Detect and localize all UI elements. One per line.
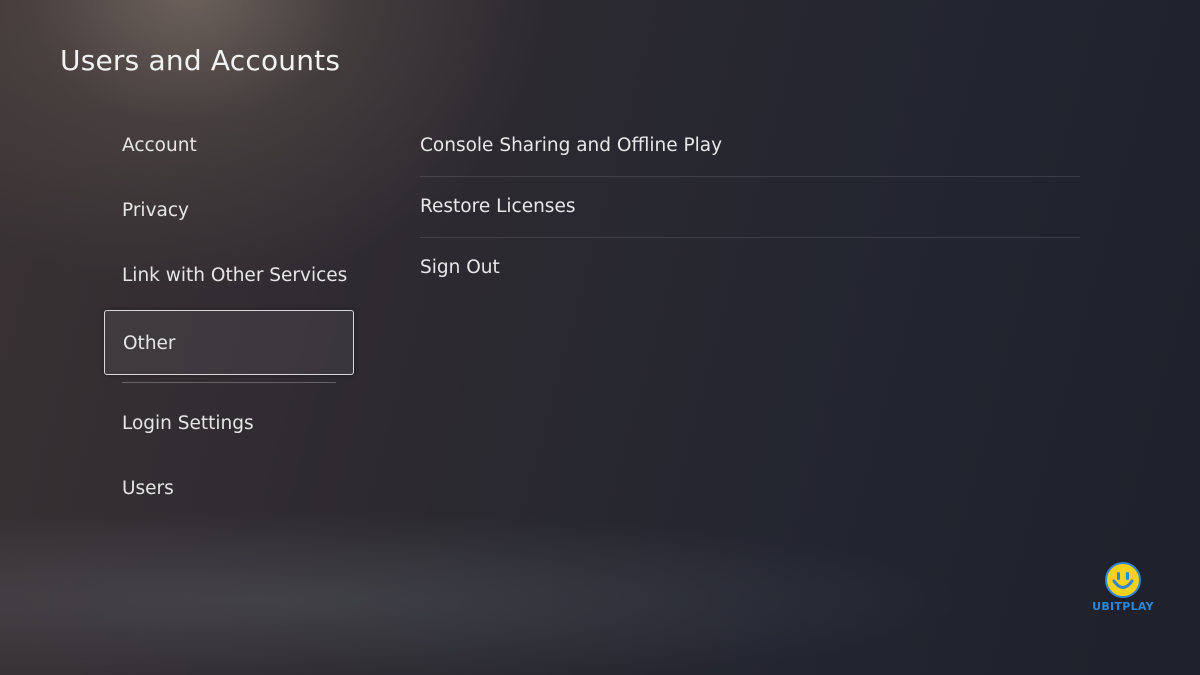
menu-item-link-with-other-services[interactable]: Link with Other Services — [104, 243, 354, 308]
menu-item-label: Other — [123, 333, 176, 354]
category-menu: Account Privacy Link with Other Services… — [104, 113, 354, 521]
page-title: Users and Accounts — [60, 44, 341, 77]
option-restore-licenses[interactable]: Restore Licenses — [420, 177, 1080, 238]
menu-item-users[interactable]: Users — [104, 456, 354, 521]
menu-item-account[interactable]: Account — [104, 113, 354, 178]
option-label: Sign Out — [420, 257, 500, 278]
option-console-sharing-offline-play[interactable]: Console Sharing and Offline Play — [420, 116, 1080, 177]
menu-item-label: Account — [122, 135, 197, 156]
option-label: Console Sharing and Offline Play — [420, 135, 723, 156]
menu-divider — [122, 382, 336, 383]
option-list: Console Sharing and Offline Play Restore… — [420, 116, 1080, 298]
smiley-face-icon — [1105, 562, 1141, 598]
menu-item-label: Link with Other Services — [122, 265, 348, 286]
menu-item-other[interactable]: Other — [104, 310, 354, 375]
menu-item-privacy[interactable]: Privacy — [104, 178, 354, 243]
watermark-text: UBITPLAY — [1092, 600, 1154, 613]
watermark-logo: UBITPLAY — [1088, 561, 1158, 613]
menu-item-label: Login Settings — [122, 413, 254, 434]
option-sign-out[interactable]: Sign Out — [420, 238, 1080, 298]
menu-item-label: Privacy — [122, 200, 189, 221]
menu-item-label: Users — [122, 478, 174, 499]
settings-screen: Users and Accounts Account Privacy Link … — [0, 0, 1200, 675]
menu-item-login-settings[interactable]: Login Settings — [104, 391, 354, 456]
option-label: Restore Licenses — [420, 196, 576, 217]
